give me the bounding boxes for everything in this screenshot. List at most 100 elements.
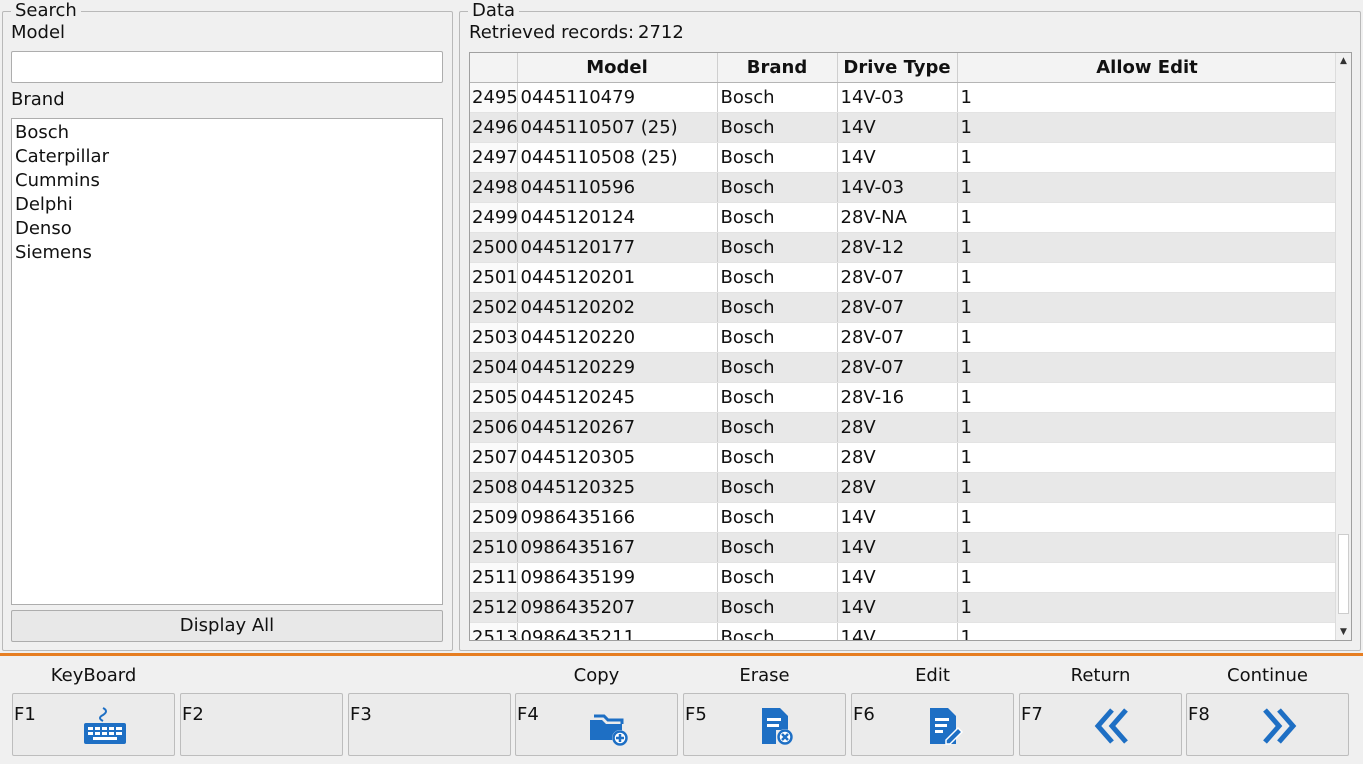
- cell-row-number[interactable]: 2497: [470, 142, 518, 173]
- cell-model[interactable]: 0986435166: [517, 502, 718, 533]
- cell-brand[interactable]: Bosch: [717, 292, 838, 323]
- cell-row-number[interactable]: 2501: [470, 262, 518, 293]
- cell-allow-edit[interactable]: 1: [957, 502, 1338, 533]
- function-key-button-f6[interactable]: F6: [851, 693, 1014, 756]
- brand-list-item[interactable]: Delphi: [12, 193, 442, 217]
- cell-drive-type[interactable]: 14V: [837, 502, 958, 533]
- cell-row-number[interactable]: 2504: [470, 352, 518, 383]
- cell-row-number[interactable]: 2513: [470, 622, 518, 640]
- cell-brand[interactable]: Bosch: [717, 382, 838, 413]
- table-row[interactable]: 2506 0445120267 Bosch 28V 1: [470, 412, 1338, 443]
- cell-allow-edit[interactable]: 1: [957, 562, 1338, 593]
- cell-brand[interactable]: Bosch: [717, 502, 838, 533]
- cell-allow-edit[interactable]: 1: [957, 442, 1338, 473]
- brand-list-item[interactable]: Denso: [12, 217, 442, 241]
- table-row[interactable]: 2504 0445120229 Bosch 28V-07 1: [470, 352, 1338, 383]
- grid-vertical-scrollbar[interactable]: ▲ ▼: [1335, 53, 1351, 640]
- cell-brand[interactable]: Bosch: [717, 562, 838, 593]
- cell-allow-edit[interactable]: 1: [957, 322, 1338, 353]
- cell-brand[interactable]: Bosch: [717, 532, 838, 563]
- cell-allow-edit[interactable]: 1: [957, 352, 1338, 383]
- brand-list-item[interactable]: Bosch: [12, 121, 442, 145]
- data-grid[interactable]: Model Brand Drive Type Allow Edit 2495 04…: [469, 52, 1352, 641]
- grid-header-rownum[interactable]: [470, 53, 518, 83]
- table-row[interactable]: 2509 0986435166 Bosch 14V 1: [470, 502, 1338, 533]
- cell-brand[interactable]: Bosch: [717, 82, 838, 113]
- cell-drive-type[interactable]: 14V: [837, 562, 958, 593]
- cell-allow-edit[interactable]: 1: [957, 202, 1338, 233]
- cell-model[interactable]: 0445120267: [517, 412, 718, 443]
- cell-brand[interactable]: Bosch: [717, 172, 838, 203]
- cell-allow-edit[interactable]: 1: [957, 112, 1338, 143]
- cell-brand[interactable]: Bosch: [717, 112, 838, 143]
- cell-drive-type[interactable]: 28V-16: [837, 382, 958, 413]
- cell-allow-edit[interactable]: 1: [957, 532, 1338, 563]
- model-search-input[interactable]: [11, 51, 443, 83]
- cell-brand[interactable]: Bosch: [717, 352, 838, 383]
- table-row[interactable]: 2498 0445110596 Bosch 14V-03 1: [470, 172, 1338, 203]
- cell-brand[interactable]: Bosch: [717, 592, 838, 623]
- cell-drive-type[interactable]: 28V: [837, 442, 958, 473]
- scroll-up-arrow-icon[interactable]: ▲: [1336, 53, 1351, 69]
- cell-row-number[interactable]: 2498: [470, 172, 518, 203]
- table-row[interactable]: 2499 0445120124 Bosch 28V-NA 1: [470, 202, 1338, 233]
- cell-model[interactable]: 0445110479: [517, 82, 718, 113]
- table-row[interactable]: 2513 0986435211 Bosch 14V 1: [470, 622, 1338, 640]
- cell-allow-edit[interactable]: 1: [957, 142, 1338, 173]
- cell-brand[interactable]: Bosch: [717, 322, 838, 353]
- function-key-button-f2[interactable]: F2: [180, 693, 343, 756]
- cell-model[interactable]: 0445120229: [517, 352, 718, 383]
- table-row[interactable]: 2497 0445110508 (25) Bosch 14V 1: [470, 142, 1338, 173]
- cell-model[interactable]: 0445120325: [517, 472, 718, 503]
- cell-allow-edit[interactable]: 1: [957, 232, 1338, 263]
- table-row[interactable]: 2502 0445120202 Bosch 28V-07 1: [470, 292, 1338, 323]
- brand-list-item[interactable]: Caterpillar: [12, 145, 442, 169]
- cell-row-number[interactable]: 2499: [470, 202, 518, 233]
- grid-header-drive-type[interactable]: Drive Type: [837, 53, 958, 83]
- cell-model[interactable]: 0986435207: [517, 592, 718, 623]
- cell-model[interactable]: 0986435199: [517, 562, 718, 593]
- table-row[interactable]: 2500 0445120177 Bosch 28V-12 1: [470, 232, 1338, 263]
- cell-model[interactable]: 0445120245: [517, 382, 718, 413]
- cell-row-number[interactable]: 2503: [470, 322, 518, 353]
- cell-row-number[interactable]: 2506: [470, 412, 518, 443]
- function-key-button-f7[interactable]: F7: [1019, 693, 1182, 756]
- cell-drive-type[interactable]: 28V-NA: [837, 202, 958, 233]
- cell-row-number[interactable]: 2507: [470, 442, 518, 473]
- cell-model[interactable]: 0445120305: [517, 442, 718, 473]
- cell-drive-type[interactable]: 14V: [837, 592, 958, 623]
- cell-model[interactable]: 0445120201: [517, 262, 718, 293]
- cell-model[interactable]: 0445110507 (25): [517, 112, 718, 143]
- grid-header-brand[interactable]: Brand: [717, 53, 838, 83]
- table-row[interactable]: 2495 0445110479 Bosch 14V-03 1: [470, 82, 1338, 113]
- function-key-button-f1[interactable]: F1: [12, 693, 175, 756]
- scroll-down-arrow-icon[interactable]: ▼: [1336, 624, 1351, 640]
- cell-row-number[interactable]: 2502: [470, 292, 518, 323]
- cell-drive-type[interactable]: 14V: [837, 532, 958, 563]
- brand-list[interactable]: Bosch Caterpillar Cummins Delphi Denso Siemen…: [11, 118, 443, 605]
- brand-list-item[interactable]: Cummins: [12, 169, 442, 193]
- cell-allow-edit[interactable]: 1: [957, 172, 1338, 203]
- display-all-button[interactable]: Display All: [11, 610, 443, 642]
- cell-drive-type[interactable]: 28V-07: [837, 322, 958, 353]
- cell-drive-type[interactable]: 28V-12: [837, 232, 958, 263]
- cell-drive-type[interactable]: 28V-07: [837, 262, 958, 293]
- cell-drive-type[interactable]: 14V-03: [837, 172, 958, 203]
- table-row[interactable]: 2511 0986435199 Bosch 14V 1: [470, 562, 1338, 593]
- cell-allow-edit[interactable]: 1: [957, 262, 1338, 293]
- table-row[interactable]: 2507 0445120305 Bosch 28V 1: [470, 442, 1338, 473]
- cell-row-number[interactable]: 2495: [470, 82, 518, 113]
- table-row[interactable]: 2496 0445110507 (25) Bosch 14V 1: [470, 112, 1338, 143]
- cell-brand[interactable]: Bosch: [717, 262, 838, 293]
- cell-drive-type[interactable]: 28V-07: [837, 292, 958, 323]
- scrollbar-thumb[interactable]: [1338, 534, 1349, 614]
- cell-drive-type[interactable]: 14V: [837, 142, 958, 173]
- cell-model[interactable]: 0445120177: [517, 232, 718, 263]
- cell-model[interactable]: 0445120220: [517, 322, 718, 353]
- cell-model[interactable]: 0986435167: [517, 532, 718, 563]
- cell-row-number[interactable]: 2508: [470, 472, 518, 503]
- table-row[interactable]: 2510 0986435167 Bosch 14V 1: [470, 532, 1338, 563]
- cell-allow-edit[interactable]: 1: [957, 382, 1338, 413]
- grid-header-model[interactable]: Model: [517, 53, 718, 83]
- cell-allow-edit[interactable]: 1: [957, 292, 1338, 323]
